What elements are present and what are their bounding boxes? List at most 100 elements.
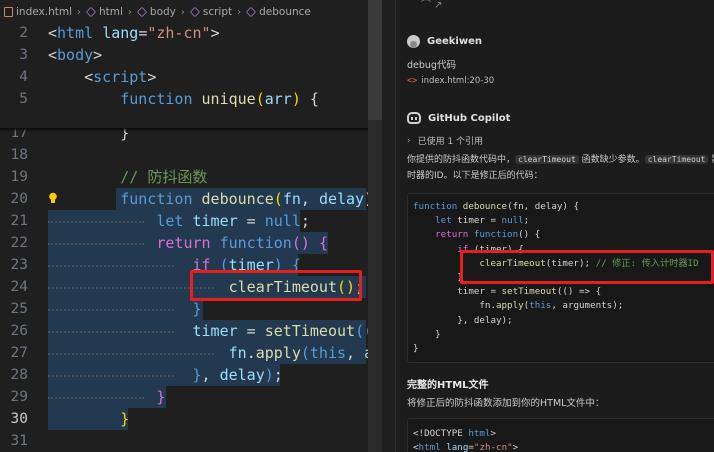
- line-number: 22: [10, 235, 28, 251]
- code-token: setTimeout: [501, 286, 557, 298]
- code-token: .: [246, 344, 256, 362]
- code-line[interactable]: 4 <script>: [0, 66, 395, 88]
- code-line[interactable]: 18: [0, 144, 395, 166]
- code-token: , arguments);: [551, 300, 624, 312]
- line-number: 26: [10, 323, 28, 339]
- used-references-toggle[interactable]: › 已使用 1 个引用: [407, 134, 483, 148]
- code-line[interactable]: 3 <body>: [0, 44, 395, 66]
- code-line: <!DOCTYPE html>: [413, 427, 496, 441]
- code-token: ,: [346, 344, 365, 362]
- scroll-indicator-icon: ⌒ ↗: [421, 0, 443, 11]
- assistant-name: GitHub Copilot: [428, 112, 511, 124]
- code-token: "zh-cn": [147, 24, 211, 42]
- code-token: "zh-cn": [473, 442, 513, 452]
- code-block-html[interactable]: <!DOCTYPE html> <html lang="zh-cn">: [407, 418, 714, 452]
- code-token: (: [273, 190, 283, 208]
- code-line[interactable]: 25 }: [0, 298, 395, 320]
- code-line: }: [413, 271, 463, 285]
- code-line[interactable]: 5 function unique(arr) {: [0, 88, 395, 110]
- code-token: }, delay);: [413, 314, 513, 326]
- line-number: 23: [10, 257, 28, 273]
- line-text: fn.apply(this, ar: [48, 342, 383, 364]
- code-token: ;: [300, 212, 310, 230]
- code-line: timer = setTimeout(() => {: [413, 285, 601, 299]
- breadcrumb-item-html[interactable]: html ›: [85, 6, 137, 18]
- html-file-icon: [4, 7, 13, 17]
- code-token: function: [219, 234, 292, 252]
- code-line[interactable]: 28 }, delay);: [0, 364, 395, 386]
- line-number: 31: [10, 433, 28, 449]
- user-name: Geekiwen: [427, 36, 482, 47]
- code-token: fn.: [413, 300, 496, 312]
- code-line[interactable]: 20 function debounce(fn, delay): [0, 188, 395, 210]
- code-line[interactable]: 27 fn.apply(this, ar: [0, 342, 395, 364]
- code-line: <html lang="zh-cn">: [413, 441, 518, 452]
- line-text: }, delay);: [48, 364, 282, 386]
- breadcrumb-item-body[interactable]: body ›: [136, 6, 190, 18]
- code-token: lang: [102, 24, 139, 42]
- code-line[interactable]: 26 timer = setTimeout((: [0, 320, 395, 342]
- code-line[interactable]: 29 }: [0, 386, 395, 408]
- code-token: function: [473, 229, 519, 241]
- sticky-scroll-shadow: [0, 128, 395, 132]
- code-token: }: [413, 272, 463, 283]
- line-text: <html lang="zh-cn">: [48, 22, 220, 44]
- code-token: fn: [48, 344, 247, 362]
- code-line[interactable]: 30 }: [0, 408, 395, 430]
- breadcrumb-item-debounce[interactable]: debounce: [246, 6, 311, 18]
- line-number: 3: [19, 47, 28, 63]
- code-token: this: [309, 344, 347, 362]
- line-number: 20: [10, 191, 28, 207]
- line-number: 19: [10, 169, 28, 185]
- assistant-message-header: GitHub Copilot: [407, 112, 510, 124]
- code-line[interactable]: 2 <html lang="zh-cn">: [0, 22, 395, 44]
- code-line[interactable]: 19 // 防抖函数: [0, 166, 395, 188]
- line-number: 4: [19, 69, 28, 85]
- code-token: delay: [219, 366, 265, 384]
- code-token: timer: [192, 212, 238, 230]
- inline-code: clearTimeout: [644, 155, 709, 164]
- code-area[interactable]: 16 return Array.from(new Set17 }1819 // …: [0, 22, 395, 452]
- code-token: =: [138, 24, 148, 42]
- code-token: // 防抖函数: [48, 168, 208, 186]
- lightbulb-icon[interactable]: [48, 190, 58, 203]
- code-token: arr: [264, 90, 292, 108]
- code-token: return: [413, 229, 474, 241]
- line-number: 21: [10, 213, 28, 229]
- code-token: ,: [300, 190, 319, 208]
- line-text: <script>: [48, 66, 156, 88]
- scrollbar-thumb[interactable]: [368, 0, 382, 120]
- code-token: <: [48, 68, 94, 86]
- code-token: let: [48, 212, 193, 230]
- code-token: timer =: [413, 286, 502, 298]
- code-token: =: [237, 212, 265, 230]
- code-token: this: [529, 300, 552, 312]
- vertical-scrollbar[interactable]: [368, 0, 382, 452]
- code-token: fn: [282, 190, 301, 208]
- code-token: return: [48, 234, 220, 252]
- line-text: }: [48, 408, 129, 430]
- code-line[interactable]: 22 return function() {: [0, 232, 395, 254]
- code-token: unique: [201, 90, 256, 108]
- minimap[interactable]: [382, 0, 395, 452]
- copilot-icon: [407, 112, 421, 124]
- copilot-chat-panel[interactable]: ⌒ ↗ Geekiwen debug代码 <> index.html:20-30…: [395, 0, 714, 452]
- code-token: =: [237, 322, 265, 340]
- code-line[interactable]: 21 let timer = null;: [0, 210, 395, 232]
- code-line[interactable]: 31: [0, 430, 395, 452]
- code-token: apply: [255, 344, 301, 362]
- line-number: 18: [10, 147, 28, 163]
- avatar: [407, 35, 420, 48]
- line-number: 28: [10, 367, 28, 383]
- code-editor[interactable]: index.html › html › body › script › debo…: [0, 0, 395, 452]
- code-token: (): [291, 234, 310, 252]
- breadcrumb-file[interactable]: index.html ›: [4, 6, 86, 18]
- inline-code: clearTimeout: [515, 155, 579, 164]
- assistant-intro: 你提供的防抖函数代码中， clearTimeout 函数缺少参数。 clearTim…: [407, 152, 714, 184]
- breadcrumb-item-script[interactable]: script ›: [189, 6, 246, 18]
- file-reference[interactable]: <> index.html:20-30: [407, 76, 494, 86]
- code-token: >: [147, 68, 157, 86]
- html-code-icon: <>: [407, 76, 418, 86]
- code-token: }: [413, 328, 441, 340]
- code-line: function debounce(fn, delay) {: [413, 200, 579, 214]
